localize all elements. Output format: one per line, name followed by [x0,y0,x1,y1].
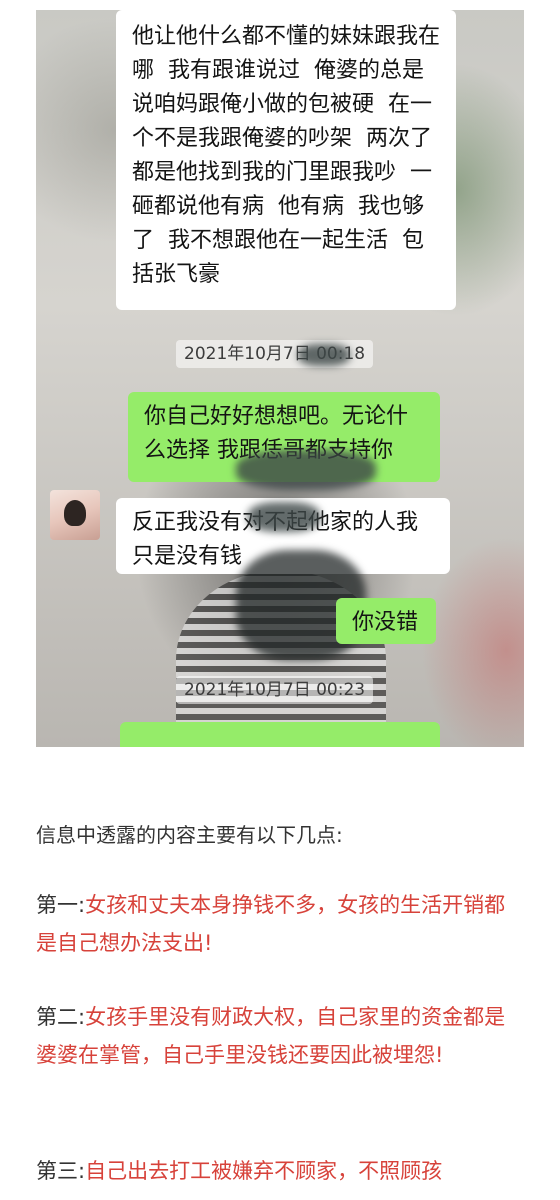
point-text: 自己出去打工被嫌弃不顾家，不照顾孩 [85,1159,443,1183]
article-intro: 信息中透露的内容主要有以下几点: [36,823,343,847]
censor-blur [236,450,376,490]
article-point: 第三:自己出去打工被嫌弃不顾家，不照顾孩 [36,1152,526,1190]
point-prefix: 第一: [36,893,86,917]
point-text: 女孩手里没有财政大权，自己家里的资金都是婆婆在掌管，自己手里没钱还要因此被埋怨! [36,1005,506,1067]
article-point: 第二:女孩手里没有财政大权，自己家里的资金都是婆婆在掌管，自己手里没钱还要因此被… [36,998,526,1074]
message-bubble-outgoing: 你没错 [336,598,436,644]
point-prefix: 第二: [36,1005,86,1029]
point-text: 女孩和丈夫本身挣钱不多，女孩的生活开销都是自己想办法支出! [36,893,506,955]
chat-screenshot-image: 他让他什么都不懂的妹妹跟我在哪 我有跟谁说过 俺婆的总是说咱妈跟俺小做的包被硬 … [36,10,524,747]
contact-avatar [50,490,100,540]
point-prefix: 第三: [36,1159,86,1183]
article-point: 第一:女孩和丈夫本身挣钱不多，女孩的生活开销都是自己想办法支出! [36,886,526,962]
message-bubble-incoming: 他让他什么都不懂的妹妹跟我在哪 我有跟谁说过 俺婆的总是说咱妈跟俺小做的包被硬 … [116,10,456,310]
censor-blur [298,344,350,366]
message-bubble-outgoing-partial [120,722,440,747]
message-timestamp: 2021年10月7日 00:23 [176,676,374,704]
censor-blur [248,502,320,532]
